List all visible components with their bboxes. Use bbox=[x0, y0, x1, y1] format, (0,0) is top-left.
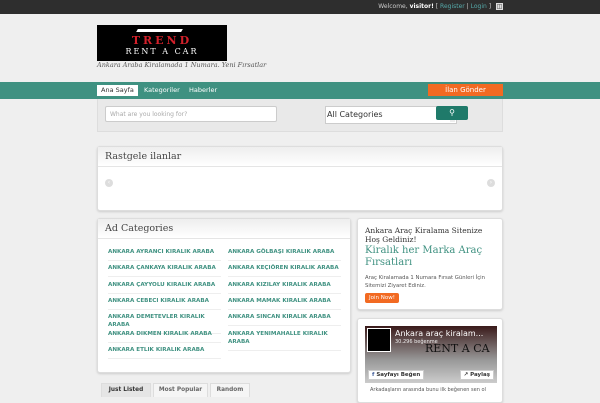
search-input[interactable]: What are you looking for? bbox=[105, 106, 277, 122]
nav-haberler[interactable]: Haberler bbox=[185, 85, 221, 96]
cover-text: RENT A CA bbox=[425, 342, 490, 355]
facebook-icon: f bbox=[372, 372, 375, 378]
ad-categories-panel: Ad Categories ANKARA AYRANCI KIRALIK ARA… bbox=[97, 218, 351, 373]
facebook-cover: Ankara araç kiralam... 30.296 beğenme RE… bbox=[365, 326, 497, 383]
category-link[interactable]: ANKARA CEBECI KIRALIK ARABA bbox=[108, 297, 221, 310]
search-bar: What are you looking for? All Categories… bbox=[97, 99, 503, 132]
tagline: Ankara Araba Kiralamada 1 Numara. Yeni F… bbox=[97, 61, 267, 69]
prev-arrow-icon[interactable]: ‹ bbox=[105, 179, 113, 187]
welcome-text: Araç Kiralamada 1 Numara Fırsat Günleri … bbox=[365, 275, 485, 289]
logo-text: TREND bbox=[131, 34, 193, 47]
search-button[interactable]: ⚲ bbox=[436, 106, 468, 120]
facebook-widget: Ankara araç kiralam... 30.296 beğenme RE… bbox=[357, 318, 503, 403]
category-link[interactable]: ANKARA GÖLBAŞI KIRALIK ARABA bbox=[228, 248, 341, 261]
category-link[interactable]: ANKARA KIZILAY KIRALIK ARABA bbox=[228, 281, 341, 294]
share-label: Paylaş bbox=[470, 372, 490, 378]
facebook-friends-text: Arkadaşların arasında bunu ilk beğenen s… bbox=[370, 387, 486, 393]
main-nav: Ana Sayfa Kategoriler Haberler İlan Gönd… bbox=[0, 82, 600, 99]
tab-most-popular[interactable]: Most Popular bbox=[153, 383, 208, 397]
username: visitor! bbox=[409, 3, 434, 10]
welcome-subheading: Kiralık her Marka Araç Fırsatları bbox=[365, 245, 483, 268]
share-icon: ↗ bbox=[463, 372, 469, 378]
welcome-panel: Ankara Araç Kiralama Sitenize Hoş Geldin… bbox=[357, 218, 503, 310]
join-now-button[interactable]: Join Now! bbox=[365, 293, 399, 303]
login-link[interactable]: Login bbox=[471, 3, 487, 10]
category-link[interactable]: ANKARA MAMAK KIRALIK ARABA bbox=[228, 297, 341, 310]
category-select-value: All Categories bbox=[327, 110, 383, 119]
tab-just-listed[interactable]: Just Listed bbox=[101, 383, 151, 397]
facebook-page-name[interactable]: Ankara araç kiralam... bbox=[395, 329, 483, 338]
category-link[interactable]: ANKARA AYRANCI KIRALIK ARABA bbox=[108, 248, 221, 261]
next-arrow-icon[interactable]: › bbox=[487, 179, 495, 187]
like-label: Sayfayı Beğen bbox=[376, 372, 421, 378]
category-link[interactable]: ANKARA ETLIK KIRALIK ARABA bbox=[108, 346, 221, 359]
category-link[interactable]: ANKARA ÇANKAYA KIRALIK ARABA bbox=[108, 264, 221, 277]
post-ad-button[interactable]: İlan Gönder bbox=[428, 84, 503, 96]
bracket: ] bbox=[488, 3, 492, 10]
category-link[interactable]: ANKARA ÇAYYOLU KIRALIK ARABA bbox=[108, 281, 221, 294]
register-link[interactable]: Register bbox=[440, 3, 465, 10]
logo-subtext: RENT A CAR bbox=[125, 47, 199, 56]
welcome-heading: Ankara Araç Kiralama Sitenize Hoş Geldin… bbox=[365, 226, 483, 244]
separator: | bbox=[466, 3, 469, 10]
facebook-share-button[interactable]: ↗ Paylaş bbox=[459, 370, 494, 380]
nav-kategoriler[interactable]: Kategoriler bbox=[140, 85, 184, 96]
rss-icon[interactable]: ◫ bbox=[496, 3, 503, 10]
facebook-like-button[interactable]: f Sayfayı Beğen bbox=[368, 370, 425, 380]
category-link[interactable]: ANKARA KEÇIÖREN KIRALIK ARABA bbox=[228, 264, 341, 277]
tab-random[interactable]: Random bbox=[210, 383, 250, 397]
page-avatar[interactable] bbox=[367, 328, 391, 352]
logo-arrow bbox=[136, 29, 183, 32]
bracket: [ bbox=[435, 3, 439, 10]
nav-ana-sayfa[interactable]: Ana Sayfa bbox=[97, 85, 138, 96]
search-icon: ⚲ bbox=[449, 108, 455, 117]
category-link[interactable]: ANKARA SINCAN KIRALIK ARABA bbox=[228, 313, 341, 326]
panel-title: Ad Categories bbox=[98, 219, 350, 239]
category-link[interactable]: ANKARA YENIMAHALLE KIRALIK ARABA bbox=[228, 330, 341, 351]
top-bar: Welcome, visitor! [ Register | Login ] ◫ bbox=[0, 0, 600, 14]
category-link[interactable]: ANKARA DIKMEN KIRALIK ARABA bbox=[108, 330, 221, 343]
welcome-text: Welcome, bbox=[378, 3, 408, 10]
panel-title: Rastgele ilanlar bbox=[98, 147, 502, 167]
site-logo[interactable]: TREND RENT A CAR bbox=[97, 25, 227, 61]
random-listings-panel: Rastgele ilanlar ‹ › bbox=[97, 146, 503, 211]
